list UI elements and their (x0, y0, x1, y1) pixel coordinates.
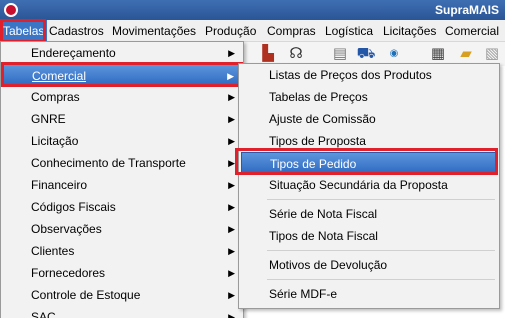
submenu-arrow-icon: ▶ (227, 71, 234, 81)
menu-cadastros[interactable]: Cadastros (46, 20, 107, 42)
menu-item-fornecedores[interactable]: Fornecedores ▶ (3, 262, 241, 284)
menu-separator (267, 279, 495, 280)
menu-item-label: GNRE (31, 112, 66, 126)
menu-item-label: Tipos de Nota Fiscal (269, 229, 378, 243)
submenu-item-listas-precos[interactable]: Listas de Preços dos Produtos (241, 64, 497, 86)
menu-item-financeiro[interactable]: Financeiro ▶ (3, 174, 241, 196)
menu-item-label: Controle de Estoque (31, 288, 141, 302)
app-title: SupraMAIS (434, 3, 499, 17)
app-logo-icon[interactable] (4, 3, 18, 17)
submenu-arrow-icon: ▶ (228, 268, 235, 278)
nfe-icon[interactable]: ◉ (384, 44, 404, 64)
submenu-item-serie-nota-fiscal[interactable]: Série de Nota Fiscal (241, 203, 497, 225)
submenu-item-tipos-nota-fiscal[interactable]: Tipos de Nota Fiscal (241, 225, 497, 247)
submenu-arrow-icon: ▶ (228, 158, 235, 168)
menu-item-conhecimento-transporte[interactable]: Conhecimento de Transporte ▶ (3, 152, 241, 174)
menu-item-label: Conhecimento de Transporte (31, 156, 186, 170)
submenu-arrow-icon: ▶ (228, 246, 235, 256)
menu-comercial[interactable]: Comercial (442, 20, 502, 42)
menu-item-gnre[interactable]: GNRE ▶ (3, 108, 241, 130)
tabelas-dropdown: Endereçamento ▶ Comercial ▶ Compras ▶ GNRE ▶… (0, 41, 244, 318)
menu-item-label: Compras (31, 90, 80, 104)
menu-item-label: Códigos Fiscais (31, 200, 116, 214)
submenu-arrow-icon: ▶ (228, 290, 235, 300)
menu-compras[interactable]: Compras (264, 20, 319, 42)
submenu-item-tipos-pedido[interactable]: Tipos de Pedido (241, 152, 497, 174)
menu-item-sac[interactable]: SAC ▶ (3, 306, 241, 318)
headset-icon[interactable]: ☊ (286, 44, 306, 64)
menu-item-enderecamento[interactable]: Endereçamento ▶ (3, 42, 241, 64)
menu-movimentacoes[interactable]: Movimentações (109, 20, 199, 42)
submenu-arrow-icon: ▶ (228, 136, 235, 146)
submenu-arrow-icon: ▶ (228, 312, 235, 318)
menu-item-label: SAC (31, 310, 56, 318)
menu-item-comercial[interactable]: Comercial ▶ (3, 64, 241, 86)
submenu-item-tipos-proposta[interactable]: Tipos de Proposta (241, 130, 497, 152)
menu-item-label: Listas de Preços dos Produtos (269, 68, 432, 82)
menu-bar: Tabelas Cadastros Movimentações Produção… (0, 20, 505, 42)
menu-licitacoes[interactable]: Licitações (380, 20, 439, 42)
menu-item-label: Comercial (32, 69, 87, 83)
menu-separator (267, 199, 495, 200)
menu-item-controle-estoque[interactable]: Controle de Estoque ▶ (3, 284, 241, 306)
submenu-arrow-icon: ▶ (228, 180, 235, 190)
submenu-arrow-icon: ▶ (228, 202, 235, 212)
document-icon[interactable]: ▤ (330, 44, 350, 64)
folder-icon[interactable]: ▰ (456, 44, 476, 64)
menu-item-label: Fornecedores (31, 266, 106, 280)
comercial-submenu: Listas de Preços dos Produtos Tabelas de… (238, 63, 500, 309)
shopping-cart-icon[interactable]: ⛟ (356, 44, 376, 64)
menu-item-label: Série MDF-e (269, 287, 338, 301)
menu-item-label: Licitação (31, 134, 79, 148)
submenu-item-ajuste-comissao[interactable]: Ajuste de Comissão (241, 108, 497, 130)
calculator-icon[interactable]: ▦ (428, 44, 448, 64)
submenu-item-situacao-secundaria[interactable]: Situação Secundária da Proposta (241, 174, 497, 196)
menu-item-label: Motivos de Devolução (269, 258, 388, 272)
menu-item-observacoes[interactable]: Observações ▶ (3, 218, 241, 240)
menu-logistica[interactable]: Logística (322, 20, 376, 42)
menu-item-label: Clientes (31, 244, 75, 258)
note-icon[interactable]: ▧ (482, 44, 502, 64)
menu-item-label: Tipos de Proposta (269, 134, 366, 148)
menu-item-licitacao[interactable]: Licitação ▶ (3, 130, 241, 152)
submenu-item-tabelas-precos[interactable]: Tabelas de Preços (241, 86, 497, 108)
title-bar: SupraMAIS (0, 0, 505, 20)
menu-tabelas[interactable]: Tabelas (0, 20, 48, 42)
submenu-item-serie-mdfe[interactable]: Série MDF-e (241, 283, 497, 305)
submenu-arrow-icon: ▶ (228, 92, 235, 102)
menu-item-label: Endereçamento (31, 46, 116, 60)
menu-item-compras[interactable]: Compras ▶ (3, 86, 241, 108)
menu-item-label: Tipos de Pedido (270, 157, 357, 171)
menu-item-label: Observações (31, 222, 102, 236)
submenu-item-motivos-devolucao[interactable]: Motivos de Devolução (241, 254, 497, 276)
menu-separator (267, 250, 495, 251)
submenu-arrow-icon: ▶ (228, 224, 235, 234)
menu-producao[interactable]: Produção (202, 20, 259, 42)
menu-item-label: Ajuste de Comissão (269, 112, 376, 126)
menu-item-label: Situação Secundária da Proposta (269, 178, 448, 192)
menu-item-label: Financeiro (31, 178, 88, 192)
menu-item-label: Tabelas de Preços (269, 90, 368, 104)
factory-icon[interactable]: ▙ (258, 44, 278, 64)
menu-item-label: Série de Nota Fiscal (269, 207, 378, 221)
menu-item-clientes[interactable]: Clientes ▶ (3, 240, 241, 262)
submenu-arrow-icon: ▶ (228, 114, 235, 124)
menu-item-codigos-fiscais[interactable]: Códigos Fiscais ▶ (3, 196, 241, 218)
submenu-arrow-icon: ▶ (228, 48, 235, 58)
